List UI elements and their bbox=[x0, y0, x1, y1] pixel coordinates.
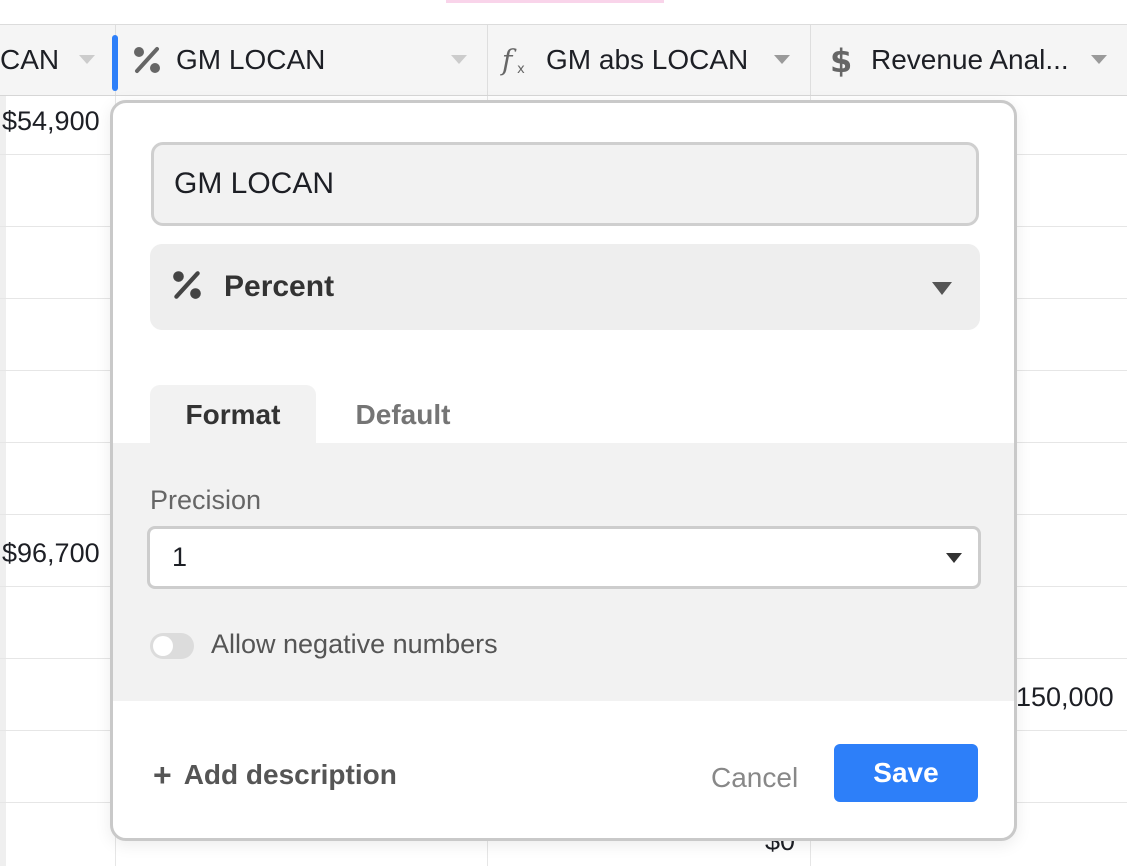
add-description-button[interactable]: + Add description bbox=[153, 759, 397, 791]
add-description-label: Add description bbox=[183, 759, 397, 790]
precision-select[interactable]: 1 bbox=[147, 526, 981, 589]
dollar-icon: $ bbox=[825, 43, 859, 77]
field-name-input[interactable] bbox=[151, 142, 979, 226]
plus-icon: + bbox=[153, 757, 172, 793]
tab-default[interactable]: Default bbox=[328, 385, 478, 445]
table-cell[interactable]: 150,000 bbox=[1016, 682, 1114, 713]
svg-text:f: f bbox=[500, 43, 517, 76]
svg-text:$: $ bbox=[830, 43, 852, 77]
chevron-down-icon bbox=[932, 282, 952, 295]
column-header-revenue[interactable]: $ Revenue Anal... bbox=[811, 25, 1127, 95]
column-resize-handle[interactable] bbox=[112, 35, 118, 91]
svg-text:x: x bbox=[517, 62, 525, 77]
chevron-down-icon[interactable] bbox=[451, 55, 467, 64]
allow-negative-label[interactable]: Allow negative numbers bbox=[211, 629, 498, 660]
chevron-down-icon bbox=[946, 553, 962, 563]
column-header-label: GM LOCAN bbox=[176, 44, 326, 75]
formula-icon: f x bbox=[500, 43, 534, 77]
tab-format[interactable]: Format bbox=[150, 385, 316, 445]
cancel-button[interactable]: Cancel bbox=[711, 762, 798, 794]
format-options-panel: Precision 1 Allow negative numbers bbox=[113, 443, 1014, 701]
save-button[interactable]: Save bbox=[834, 744, 978, 802]
column-header-can[interactable]: CAN bbox=[0, 25, 116, 95]
grid-header-row: CAN GM LOCAN f x GM abs LOCAN $ Revenue … bbox=[0, 24, 1127, 96]
frozen-column-shadow bbox=[0, 96, 6, 866]
column-header-label: CAN bbox=[0, 44, 60, 75]
field-type-label: Percent bbox=[224, 270, 335, 303]
column-header-gm-locan[interactable]: GM LOCAN bbox=[116, 25, 488, 95]
toggle-knob bbox=[153, 636, 173, 656]
field-type-select[interactable]: Percent bbox=[150, 244, 980, 330]
percent-icon bbox=[130, 43, 164, 77]
column-header-label: GM abs LOCAN bbox=[546, 44, 749, 75]
column-header-label: Revenue Anal... bbox=[871, 44, 1069, 75]
allow-negative-toggle[interactable] bbox=[150, 633, 194, 659]
chevron-down-icon[interactable] bbox=[1091, 55, 1107, 64]
column-header-gm-abs-locan[interactable]: f x GM abs LOCAN bbox=[488, 25, 811, 95]
chevron-down-icon[interactable] bbox=[774, 55, 790, 64]
field-editor-popover: Percent Format Default Precision 1 Allow… bbox=[110, 100, 1017, 841]
table-cell[interactable]: $54,900 bbox=[2, 106, 100, 137]
precision-value: 1 bbox=[172, 542, 188, 572]
chevron-down-icon[interactable] bbox=[79, 55, 95, 64]
pink-indicator-strip bbox=[446, 0, 664, 3]
precision-label: Precision bbox=[150, 485, 262, 515]
percent-icon bbox=[170, 268, 204, 307]
table-cell[interactable]: $96,700 bbox=[2, 538, 100, 569]
